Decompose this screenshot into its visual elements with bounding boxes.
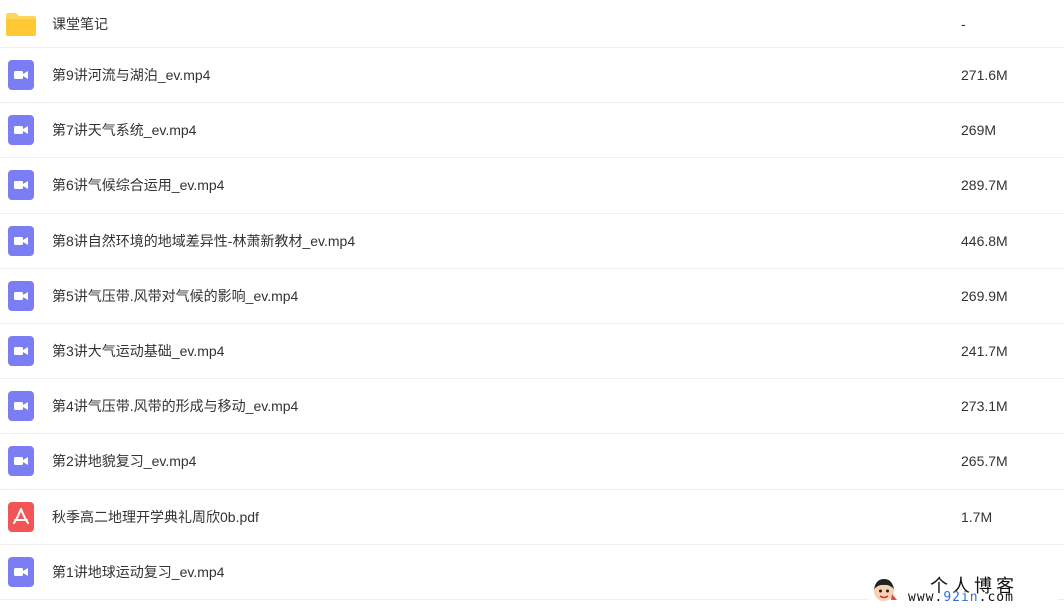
video-icon	[5, 556, 37, 588]
list-item[interactable]: 第3讲大气运动基础_ev.mp4 241.7M	[0, 324, 1064, 380]
watermark-url-suffix: .com	[978, 590, 1014, 605]
file-size: 265.7M	[961, 453, 1008, 470]
file-list: 课堂笔记 - 第9讲河流与湖泊_ev.mp4 271.6M 第7讲天气系统_ev…	[0, 0, 1064, 612]
file-size: 269M	[961, 122, 997, 139]
file-size: 241.7M	[961, 343, 1008, 360]
list-item[interactable]: 课堂笔记 -	[0, 0, 1064, 48]
file-size: -	[961, 15, 966, 32]
list-item[interactable]: 第8讲自然环境的地域差异性-林萧新教材_ev.mp4 446.8M	[0, 214, 1064, 269]
file-name: 第9讲河流与湖泊_ev.mp4	[52, 67, 211, 84]
file-name: 秋季高二地理开学典礼周欣0b.pdf	[52, 508, 259, 525]
watermark-url-prefix: www.	[908, 590, 944, 605]
file-size: 1.7M	[961, 508, 993, 525]
watermark-url-domain: 92in	[943, 590, 979, 605]
list-item[interactable]: 第5讲气压带.风带对气候的影响_ev.mp4 269.9M	[0, 269, 1064, 324]
file-name: 第1讲地球运动复习_ev.mp4	[52, 563, 225, 580]
file-name: 第5讲气压带.风带对气候的影响_ev.mp4	[52, 287, 299, 304]
video-icon	[5, 114, 37, 146]
file-name: 第2讲地貌复习_ev.mp4	[52, 453, 197, 470]
file-size: 273.1M	[961, 398, 1008, 415]
file-size: 271.6M	[961, 67, 1008, 84]
video-icon	[5, 445, 37, 477]
video-icon	[5, 59, 37, 91]
file-name: 第6讲气候综合运用_ev.mp4	[52, 177, 225, 194]
list-item[interactable]: 第7讲天气系统_ev.mp4 269M	[0, 103, 1064, 159]
site-watermark: 个人博客 www.92in.com	[868, 574, 1058, 608]
video-icon	[5, 225, 37, 257]
folder-icon	[5, 8, 37, 40]
list-item[interactable]: 第6讲气候综合运用_ev.mp4 289.7M	[0, 158, 1064, 214]
file-name: 第3讲大气运动基础_ev.mp4	[52, 343, 225, 360]
list-item[interactable]: 秋季高二地理开学典礼周欣0b.pdf 1.7M	[0, 490, 1064, 545]
list-item[interactable]: 第4讲气压带.风带的形成与移动_ev.mp4 273.1M	[0, 379, 1064, 435]
video-icon	[5, 280, 37, 312]
video-icon	[5, 169, 37, 201]
file-name: 第8讲自然环境的地域差异性-林萧新教材_ev.mp4	[52, 232, 356, 249]
list-item[interactable]: 第2讲地貌复习_ev.mp4 265.7M	[0, 434, 1064, 490]
pdf-icon	[5, 501, 37, 533]
video-icon	[5, 390, 37, 422]
file-size: 269.9M	[961, 287, 1008, 304]
file-size: 446.8M	[961, 232, 1008, 249]
video-icon	[5, 335, 37, 367]
file-name: 第7讲天气系统_ev.mp4	[52, 122, 197, 139]
file-size: 289.7M	[961, 177, 1008, 194]
watermark-url: www.92in.com	[908, 590, 1014, 605]
file-name: 课堂笔记	[52, 15, 108, 32]
file-name: 第4讲气压带.风带的形成与移动_ev.mp4	[52, 398, 299, 415]
avatar-icon	[870, 576, 898, 604]
list-item[interactable]: 第9讲河流与湖泊_ev.mp4 271.6M	[0, 48, 1064, 104]
